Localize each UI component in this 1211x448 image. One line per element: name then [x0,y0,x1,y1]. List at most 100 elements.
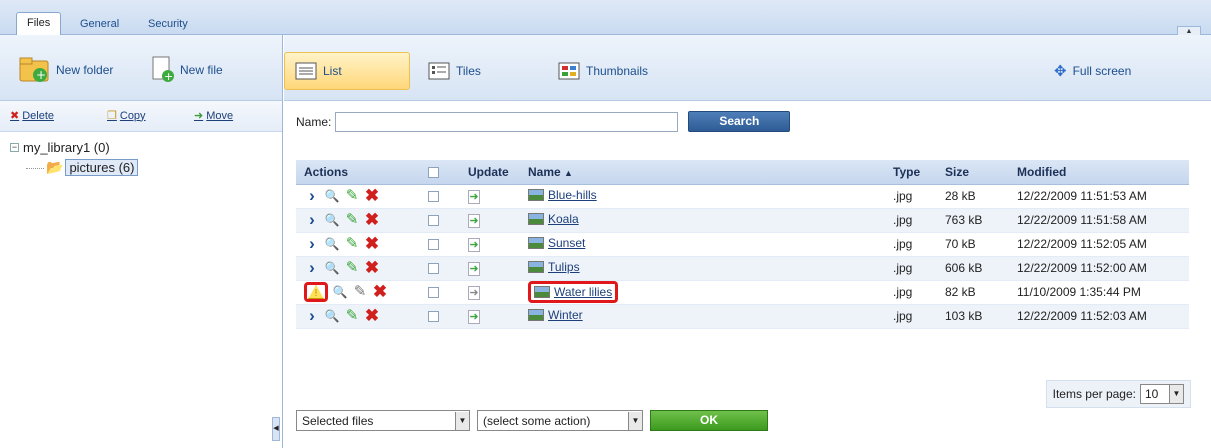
edit-icon[interactable]: ✎ [344,188,360,204]
table-row: › 🔍 ✎ ✖ ➜ Sunset .jpg 70 kB 12/22/2009 11:5… [296,232,1189,257]
file-modified: 12/22/2009 11:52:05 AM [1009,232,1189,257]
edit-icon[interactable]: ✎ [344,212,360,228]
move-label: Move [206,109,234,122]
file-link[interactable]: Blue-hills [528,188,597,202]
delete-label: Delete [22,109,55,122]
file-modified: 12/22/2009 11:51:58 AM [1009,208,1189,233]
name-search-input[interactable] [335,111,679,132]
thumbnails-view-button[interactable]: Thumbnails [548,52,658,90]
open-icon[interactable]: › [304,307,320,324]
file-type: .jpg [885,184,937,209]
list-label: List [323,64,342,78]
edit-icon[interactable]: ✎ [344,308,360,324]
copy-button[interactable]: ❐ Copy [107,109,146,123]
row-checkbox[interactable] [428,239,439,251]
bulk-action-select[interactable]: (select some action) ▼ [477,410,643,431]
open-icon[interactable]: › [304,259,320,276]
file-link[interactable]: Koala [528,212,579,226]
name-filter: Name: Search [296,111,791,132]
items-per-page-select[interactable]: 10 ▼ [1140,384,1184,404]
delete-icon[interactable]: ✖ [364,211,380,228]
table-row: › 🔍 ✎ ✖ ➜ Winter .jpg 103 kB 12/22/2009 11:… [296,304,1189,329]
tab-bar: Files General Security ▲ [0,0,1211,36]
update-icon[interactable]: ➜ [468,189,480,204]
tab-files[interactable]: Files [16,12,62,36]
view-icon[interactable]: 🔍 [332,284,348,300]
view-icon[interactable]: 🔍 [324,212,340,228]
select-all-checkbox[interactable] [428,167,439,179]
new-file-button[interactable]: + New file [150,55,223,85]
edit-icon[interactable]: ✎ [344,260,360,276]
view-icon[interactable]: 🔍 [324,260,340,276]
row-checkbox[interactable] [428,191,439,203]
file-link[interactable]: Sunset [528,236,585,250]
delete-icon[interactable]: ✖ [364,187,380,204]
file-type: .jpg [885,280,937,305]
image-file-icon [528,237,544,249]
tiles-icon [428,62,450,80]
file-link[interactable]: Tulips [528,260,580,274]
delete-icon[interactable]: ✖ [364,307,380,324]
tiles-view-button[interactable]: Tiles [418,52,491,90]
bulk-action-bar: Selected files ▼ (select some action) ▼ … [296,410,768,431]
row-checkbox[interactable] [428,287,439,299]
search-button[interactable]: Search [688,111,791,132]
new-folder-icon: + [19,57,49,82]
items-per-page-value: 10 [1145,387,1159,401]
edit-icon[interactable]: ✎ [344,236,360,252]
delete-button[interactable]: ✖ Delete [10,109,55,123]
file-link[interactable]: Water lilies [528,281,619,303]
delete-icon[interactable]: ✖ [372,283,388,300]
file-modified: 12/22/2009 11:52:03 AM [1009,304,1189,329]
file-link[interactable]: Winter [528,308,583,322]
tree-root-item[interactable]: − my_library1 (0) [10,140,110,155]
move-button[interactable]: ➜ Move [194,109,234,123]
header-name-label: Name [528,164,561,179]
tab-security[interactable]: Security [138,14,198,35]
header-update[interactable]: Update [460,160,520,185]
row-actions: › 🔍 ✎ ✖ [296,304,420,329]
row-checkbox[interactable] [428,311,439,323]
update-icon[interactable]: ➜ [468,261,480,276]
header-actions: Actions [296,160,420,185]
file-size: 763 kB [937,208,1009,233]
new-folder-button[interactable]: + New folder [18,55,113,85]
collapse-toggle-icon[interactable]: − [10,143,19,152]
row-checkbox[interactable] [428,215,439,227]
view-icon[interactable]: 🔍 [324,188,340,204]
update-icon[interactable]: ➜ [468,237,480,252]
table-row: › 🔍 ✎ ✖ ➜ Tulips .jpg 606 kB 12/22/2009 11:… [296,256,1189,281]
open-icon[interactable]: › [304,235,320,252]
table-header-row: Actions Update Name ▲ Type Size Modified [296,160,1189,185]
view-icon[interactable]: 🔍 [324,236,340,252]
tree-root-label: my_library1 (0) [23,140,110,155]
open-icon[interactable]: › [304,211,320,228]
new-folder-label: New folder [56,63,114,77]
header-size[interactable]: Size [937,160,1009,185]
file-type: .jpg [885,304,937,329]
tree-item-pictures[interactable]: 📂 pictures (6) [26,159,139,176]
fullscreen-label: Full screen [1072,64,1132,78]
header-modified[interactable]: Modified [1009,160,1189,185]
delete-icon[interactable]: ✖ [364,235,380,252]
update-icon[interactable]: ➜ [468,309,480,324]
panel-splitter-handle[interactable]: ◀ [272,417,280,441]
chevron-down-icon: ▼ [1169,385,1183,403]
ok-button[interactable]: OK [650,410,768,431]
update-icon[interactable]: ➜ [468,213,480,228]
warning-icon[interactable]: ! [308,285,324,299]
row-checkbox[interactable] [428,263,439,275]
header-name[interactable]: Name ▲ [520,160,885,185]
tab-general[interactable]: General [70,14,129,35]
header-type[interactable]: Type [885,160,937,185]
view-icon[interactable]: 🔍 [324,308,340,324]
fullscreen-button[interactable]: ✥ Full screen [1044,52,1141,90]
list-view-button[interactable]: List [284,52,410,90]
selection-scope-select[interactable]: Selected files ▼ [296,410,470,431]
delete-icon[interactable]: ✖ [364,259,380,276]
file-modified: 11/10/2009 1:35:44 PM [1009,280,1189,305]
thumbnails-icon [558,62,580,80]
edit-icon[interactable]: ✎ [352,284,368,300]
open-icon[interactable]: › [304,187,320,204]
update-icon[interactable]: ➜ [468,285,480,300]
